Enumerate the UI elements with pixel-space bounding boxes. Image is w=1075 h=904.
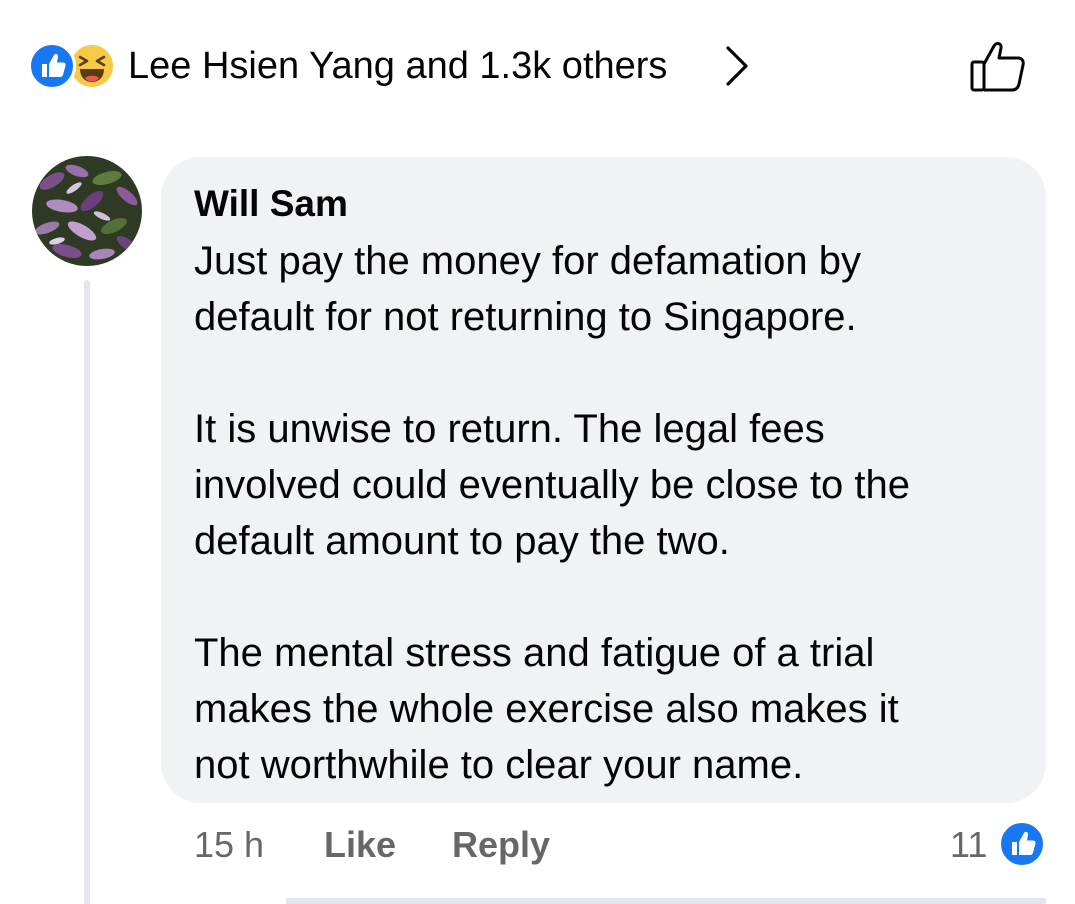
comment-actions: 15 h Like Reply 11 — [194, 820, 1054, 870]
comment-paragraph: The mental stress and fatigue of a trial… — [194, 631, 899, 787]
comment-bubble[interactable]: Will Sam Just pay the money for defamati… — [161, 157, 1046, 803]
comment-timestamp[interactable]: 15 h — [194, 820, 264, 870]
comment-paragraph: Just pay the money for defamation by def… — [194, 239, 862, 339]
reaction-icons — [28, 42, 124, 94]
reactions-summary[interactable]: Lee Hsien Yang and 1.3k others — [28, 36, 1028, 96]
thread-line — [84, 280, 90, 904]
avatar[interactable] — [32, 156, 142, 266]
comment-author[interactable]: Will Sam — [194, 181, 1016, 227]
like-icon[interactable] — [998, 820, 1046, 868]
chevron-right-icon[interactable] — [722, 40, 752, 92]
thumbs-up-outline-icon[interactable] — [968, 38, 1028, 96]
comment-like-count[interactable]: 11 — [950, 820, 987, 870]
like-icon — [28, 42, 76, 90]
comment-paragraph: It is unwise to return. The legal fees i… — [194, 407, 911, 563]
like-button[interactable]: Like — [324, 820, 396, 870]
comment-thread-view: Lee Hsien Yang and 1.3k others Will Sam … — [0, 0, 1075, 904]
next-comment-divider — [286, 898, 1046, 904]
reactors-summary-text[interactable]: Lee Hsien Yang and 1.3k others — [128, 42, 667, 90]
reply-button[interactable]: Reply — [452, 820, 550, 870]
